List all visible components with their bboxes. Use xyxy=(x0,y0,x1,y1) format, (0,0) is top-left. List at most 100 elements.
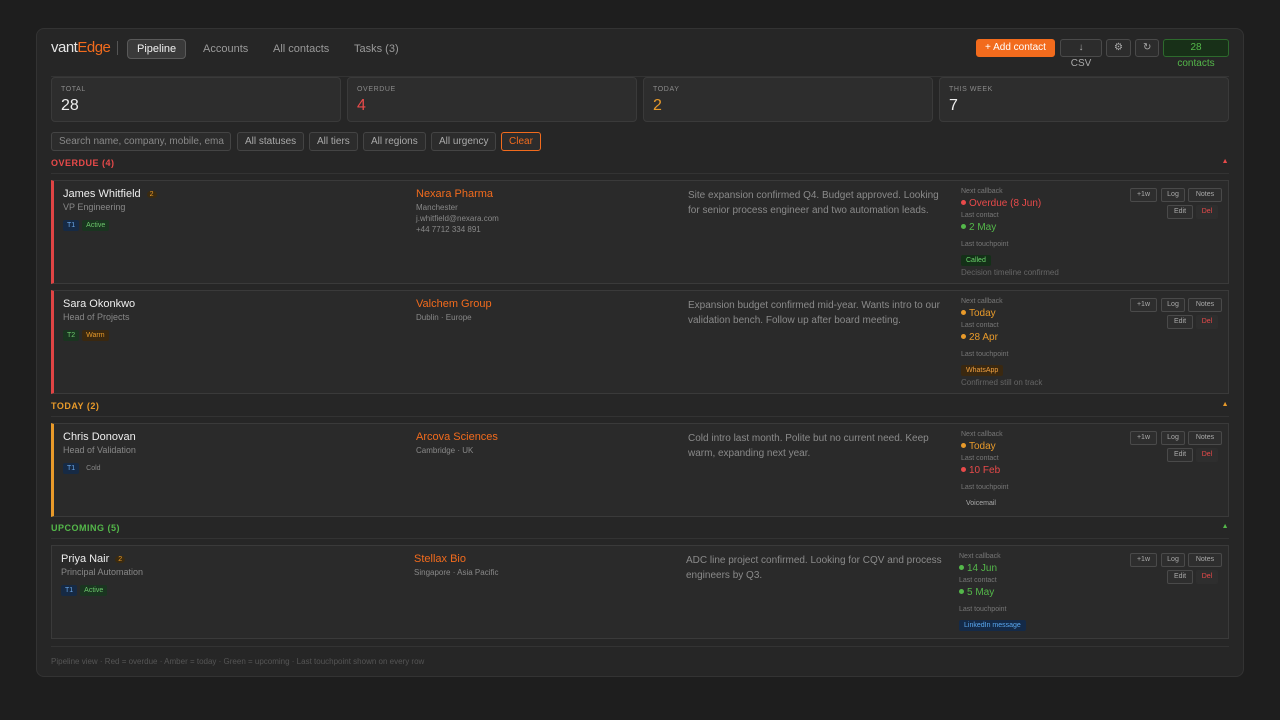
contact-tags: T1 Active xyxy=(61,579,110,596)
contact-details: Singapore · Asia Pacific xyxy=(414,567,499,578)
section-title: TODAY (2) xyxy=(51,401,100,411)
company-link[interactable]: Nexara Pharma xyxy=(416,188,493,200)
search-input[interactable]: Search name, company, mobile, ema xyxy=(51,132,231,151)
clear-filters-button[interactable]: Clear xyxy=(501,132,541,151)
contact-name-text: Priya Nair xyxy=(61,553,110,565)
csv-export-button[interactable]: ↓ CSV xyxy=(1060,39,1102,69)
notes-button[interactable]: Notes xyxy=(1188,553,1222,567)
touchpoint-badge: LinkedIn message xyxy=(959,620,1026,631)
collapse-caret-icon[interactable]: ▲ xyxy=(1222,523,1229,530)
last-contact-label: Last contact xyxy=(961,322,999,329)
edit-button[interactable]: Edit xyxy=(1167,448,1193,462)
contact-card[interactable]: James Whitfield 2 VP Engineering T1 Active… xyxy=(51,180,1229,284)
region-filter[interactable]: All regions xyxy=(363,132,426,151)
tab-accounts[interactable]: Accounts xyxy=(193,39,258,59)
stat-label: TOTAL xyxy=(61,86,86,93)
section-overdue-header[interactable]: OVERDUE (4) ▲ xyxy=(51,158,1229,174)
log-button[interactable]: Log xyxy=(1161,188,1185,202)
company-link[interactable]: Arcova Sciences xyxy=(416,431,498,443)
status-tag: Warm xyxy=(82,330,109,341)
logo: vantEdge xyxy=(51,39,111,57)
contact-note: Expansion budget confirmed mid-year. Wan… xyxy=(688,300,940,326)
contact-card[interactable]: Chris Donovan Head of Validation T1 Cold … xyxy=(51,423,1229,517)
next-callback-text: Overdue (8 Jun) xyxy=(969,198,1042,209)
contact-details: Dublin · Europe xyxy=(416,312,472,323)
next-callback-label: Next callback xyxy=(961,431,1003,438)
count-badge: 2 xyxy=(146,191,157,198)
add-contact-button[interactable]: + Add contact xyxy=(976,39,1055,57)
delete-button[interactable]: Del xyxy=(1196,205,1218,219)
tier-filter[interactable]: All tiers xyxy=(309,132,358,151)
last-touchpoint-label: Last touchpoint xyxy=(959,606,1007,613)
last-contact-label: Last contact xyxy=(959,577,997,584)
phone[interactable]: +44 7712 334 891 xyxy=(416,224,499,235)
plus-week-button[interactable]: +1w xyxy=(1130,431,1157,445)
callback-meta: Next callback Today Last contact 28 Apr … xyxy=(961,297,1121,387)
contact-name[interactable]: Sara Okonkwo xyxy=(63,298,135,310)
log-button[interactable]: Log xyxy=(1161,553,1185,567)
contact-details: Cambridge · UK xyxy=(416,445,473,456)
plus-week-button[interactable]: +1w xyxy=(1130,298,1157,312)
plus-week-button[interactable]: +1w xyxy=(1130,188,1157,202)
touchpoint-badge: WhatsApp xyxy=(961,365,1004,376)
delete-button[interactable]: Del xyxy=(1196,570,1218,584)
section-today-header[interactable]: TODAY (2) ▲ xyxy=(51,401,1229,417)
log-button[interactable]: Log xyxy=(1161,431,1185,445)
tab-all-contacts[interactable]: All contacts xyxy=(263,39,339,59)
settings-button[interactable]: ⚙ xyxy=(1106,39,1131,57)
next-callback-value: Today xyxy=(961,439,1121,454)
notes-button[interactable]: Notes xyxy=(1188,431,1222,445)
email[interactable]: j.whitfield@nexara.com xyxy=(416,213,499,224)
stat-label: OVERDUE xyxy=(357,86,396,93)
stat-this-week: THIS WEEK 7 xyxy=(939,77,1229,122)
last-contact-text: 5 May xyxy=(967,587,995,598)
stat-value: 2 xyxy=(653,97,662,114)
log-button[interactable]: Log xyxy=(1161,298,1185,312)
tier-tag: T1 xyxy=(63,463,80,474)
section-upcoming-header[interactable]: UPCOMING (5) ▲ xyxy=(51,523,1229,539)
contact-name[interactable]: Chris Donovan xyxy=(63,431,136,443)
status-tag: Active xyxy=(80,585,108,596)
callback-meta: Next callback Overdue (8 Jun) Last conta… xyxy=(961,187,1121,277)
next-callback-label: Next callback xyxy=(959,553,1001,560)
next-callback-value: Today xyxy=(961,306,1121,321)
contact-role: VP Engineering xyxy=(63,202,126,212)
next-callback-value: 14 Jun xyxy=(959,561,1119,576)
status-filter[interactable]: All statuses xyxy=(237,132,305,151)
tab-pipeline[interactable]: Pipeline xyxy=(127,39,187,59)
company-link[interactable]: Stellax Bio xyxy=(414,553,466,565)
next-callback-label: Next callback xyxy=(961,188,1003,195)
stat-today: TODAY 2 xyxy=(643,77,933,122)
edit-button[interactable]: Edit xyxy=(1167,315,1193,329)
stat-label: THIS WEEK xyxy=(949,86,993,93)
callback-meta: Next callback Today Last contact 10 Feb … xyxy=(961,430,1121,510)
contact-name[interactable]: James Whitfield 2 xyxy=(63,188,157,200)
notes-button[interactable]: Notes xyxy=(1188,298,1222,312)
contact-name[interactable]: Priya Nair 2 xyxy=(61,553,126,565)
refresh-icon: ↻ xyxy=(1143,42,1152,53)
delete-button[interactable]: Del xyxy=(1196,315,1218,329)
collapse-caret-icon[interactable]: ▲ xyxy=(1222,401,1229,408)
status-tag: Cold xyxy=(86,465,101,472)
delete-button[interactable]: Del xyxy=(1196,448,1218,462)
contact-card[interactable]: Sara Okonkwo Head of Projects T2 Warm Val… xyxy=(51,290,1229,394)
tab-tasks[interactable]: Tasks (3) xyxy=(344,39,409,59)
notes-button[interactable]: Notes xyxy=(1188,188,1222,202)
last-touchpoint-label: Last touchpoint xyxy=(961,484,1009,491)
urgency-filter[interactable]: All urgency xyxy=(431,132,497,151)
last-contact-text: 2 May xyxy=(969,222,997,233)
last-contact-label: Last contact xyxy=(961,455,999,462)
edit-button[interactable]: Edit xyxy=(1167,205,1193,219)
tier-tag: T1 xyxy=(61,585,78,596)
edit-button[interactable]: Edit xyxy=(1167,570,1193,584)
company-link[interactable]: Valchem Group xyxy=(416,298,492,310)
collapse-caret-icon[interactable]: ▲ xyxy=(1222,158,1229,165)
gear-icon: ⚙ xyxy=(1114,42,1123,53)
stat-total: TOTAL 28 xyxy=(51,77,341,122)
contact-card[interactable]: Priya Nair 2 Principal Automation T1 Activ… xyxy=(51,545,1229,639)
plus-week-button[interactable]: +1w xyxy=(1130,553,1157,567)
contact-name-text: Sara Okonkwo xyxy=(63,298,136,310)
status-dot-icon xyxy=(959,565,964,570)
refresh-button[interactable]: ↻ xyxy=(1135,39,1159,57)
next-callback-label: Next callback xyxy=(961,298,1003,305)
